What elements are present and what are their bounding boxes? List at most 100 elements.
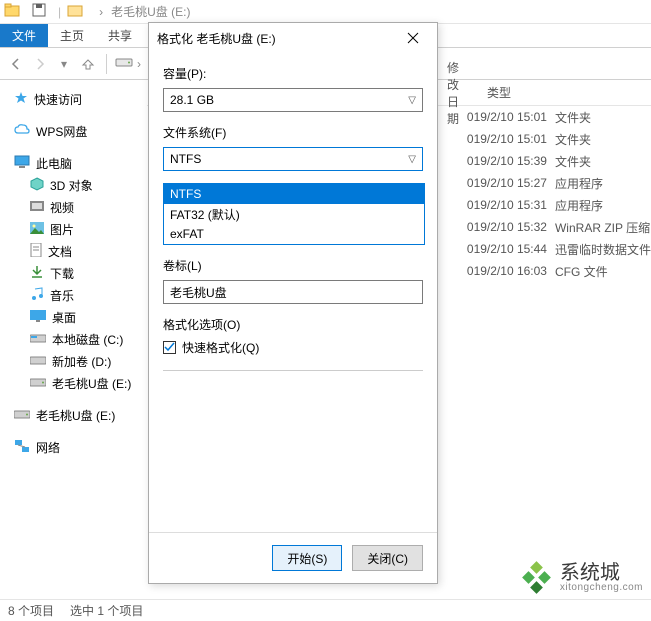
sidebar-item-label: 新加卷 (D:) — [52, 353, 111, 370]
sidebar-item-label: 网络 — [36, 439, 60, 456]
capacity-select[interactable]: 28.1 GB ▽ — [163, 88, 423, 112]
up-button[interactable] — [78, 54, 98, 74]
sidebar-item-label: 桌面 — [52, 309, 76, 326]
chevron-down-icon[interactable]: ▾ — [54, 54, 74, 74]
music-icon — [30, 287, 44, 304]
volume-label-input[interactable]: 老毛桃U盘 — [163, 280, 423, 304]
sidebar-item-label: 本地磁盘 (C:) — [52, 331, 123, 348]
usb-icon — [30, 376, 46, 391]
cell-type: 文件夹 — [555, 153, 651, 170]
filesystem-dropdown: NTFS FAT32 (默认) exFAT — [163, 183, 425, 245]
download-icon — [30, 265, 44, 282]
start-button[interactable]: 开始(S) — [272, 545, 342, 571]
window-title: 老毛桃U盘 (E:) — [111, 3, 190, 20]
sidebar-item-label: 老毛桃U盘 (E:) — [52, 375, 131, 392]
sidebar-item-usbe2[interactable]: 老毛桃U盘 (E:) — [4, 404, 143, 426]
sidebar-item-label: 下载 — [50, 265, 74, 282]
format-dialog: 格式化 老毛桃U盘 (E:) 容量(P): 28.1 GB ▽ 文件系统(F) … — [148, 22, 438, 584]
chevron-down-icon: ▽ — [408, 95, 416, 106]
desktop-icon — [30, 310, 46, 325]
sidebar-item-vold[interactable]: 新加卷 (D:) — [4, 350, 143, 372]
sidebar-item-documents[interactable]: 文档 — [4, 240, 143, 262]
sidebar: 快速访问 WPS网盘 此电脑 3D 对象 视频 图片 文档 — [0, 80, 147, 599]
volume-label-label: 卷标(L) — [163, 257, 423, 274]
sidebar-item-network[interactable]: 网络 — [4, 436, 143, 458]
save-icon[interactable] — [32, 3, 52, 20]
filesystem-value: NTFS — [170, 152, 201, 166]
back-button[interactable] — [6, 54, 26, 74]
sidebar-item-thispc[interactable]: 此电脑 — [4, 152, 143, 174]
sidebar-item-usbe1[interactable]: 老毛桃U盘 (E:) — [4, 372, 143, 394]
chevron-right-icon: › — [137, 57, 141, 71]
sidebar-item-label: 音乐 — [50, 287, 74, 304]
quick-format-checkbox[interactable] — [163, 341, 176, 354]
drive-icon — [115, 55, 133, 72]
cell-type: CFG 文件 — [555, 263, 651, 280]
cell-type: WinRAR ZIP 压缩 — [555, 219, 651, 236]
tab-share[interactable]: 共享 — [96, 24, 144, 47]
statusbar: 8 个项目 选中 1 个项目 — [0, 599, 651, 621]
sidebar-item-label: 图片 — [50, 221, 74, 238]
sidebar-item-localc[interactable]: 本地磁盘 (C:) — [4, 328, 143, 350]
cell-type: 迅雷临时数据文件 — [555, 241, 651, 258]
usb-icon — [14, 408, 30, 423]
quick-format-label: 快速格式化(Q) — [182, 339, 259, 356]
dialog-footer: 开始(S) 关闭(C) — [149, 532, 437, 571]
volume-label-value: 老毛桃U盘 — [170, 284, 227, 301]
chevron-down-icon: ▽ — [408, 154, 416, 165]
logo-icon — [520, 561, 554, 595]
sidebar-item-3d[interactable]: 3D 对象 — [4, 174, 143, 196]
dropdown-option-exfat[interactable]: exFAT — [164, 224, 424, 244]
star-icon — [14, 91, 28, 108]
col-type[interactable]: 类型 — [447, 84, 511, 101]
sidebar-item-wps[interactable]: WPS网盘 — [4, 120, 143, 142]
sidebar-item-desktop[interactable]: 桌面 — [4, 306, 143, 328]
sidebar-item-pictures[interactable]: 图片 — [4, 218, 143, 240]
forward-button[interactable] — [30, 54, 50, 74]
sidebar-item-label: 文档 — [48, 243, 72, 260]
sidebar-item-quick[interactable]: 快速访问 — [4, 88, 143, 110]
cell-type: 文件夹 — [555, 131, 651, 148]
folder-small-icon — [67, 2, 89, 21]
status-items: 8 个项目 — [8, 602, 54, 619]
close-icon — [407, 32, 419, 44]
capacity-label: 容量(P): — [163, 65, 423, 82]
divider — [106, 54, 107, 74]
drive-icon — [30, 332, 46, 347]
dropdown-option-ntfs[interactable]: NTFS — [164, 184, 424, 204]
sidebar-item-videos[interactable]: 视频 — [4, 196, 143, 218]
dropdown-option-fat32[interactable]: FAT32 (默认) — [164, 204, 424, 224]
divider-icon: | — [58, 5, 61, 19]
sidebar-item-downloads[interactable]: 下载 — [4, 262, 143, 284]
close-button[interactable] — [397, 26, 429, 50]
cell-type: 文件夹 — [555, 109, 651, 126]
brand-url: xitongcheng.com — [560, 583, 643, 593]
dialog-title: 格式化 老毛桃U盘 (E:) — [157, 30, 276, 47]
chevron-right-icon: › — [99, 5, 103, 19]
monitor-icon — [14, 155, 30, 172]
brand-logo: 系统城 xitongcheng.com — [520, 561, 643, 595]
cell-type: 应用程序 — [555, 175, 651, 192]
sidebar-item-label: 此电脑 — [36, 155, 72, 172]
video-icon — [30, 200, 44, 215]
folder-icon — [4, 2, 26, 21]
sidebar-item-label: WPS网盘 — [36, 123, 87, 140]
filesystem-select[interactable]: NTFS ▽ — [163, 147, 423, 171]
tab-home[interactable]: 主页 — [48, 24, 96, 47]
window-titlebar: | › 老毛桃U盘 (E:) — [0, 0, 651, 24]
dialog-titlebar: 格式化 老毛桃U盘 (E:) — [149, 23, 437, 53]
divider — [163, 370, 423, 371]
sidebar-item-label: 视频 — [50, 199, 74, 216]
sidebar-item-label: 3D 对象 — [50, 177, 93, 194]
status-selected: 选中 1 个项目 — [70, 602, 143, 619]
filesystem-label: 文件系统(F) — [163, 124, 423, 141]
tab-file[interactable]: 文件 — [0, 24, 48, 47]
cell-type: 应用程序 — [555, 197, 651, 214]
network-icon — [14, 439, 30, 456]
options-label: 格式化选项(O) — [163, 316, 423, 333]
sidebar-item-label: 老毛桃U盘 (E:) — [36, 407, 115, 424]
sidebar-item-music[interactable]: 音乐 — [4, 284, 143, 306]
brand-name: 系统城 — [560, 563, 643, 583]
check-icon — [164, 342, 175, 353]
close-dialog-button[interactable]: 关闭(C) — [352, 545, 423, 571]
